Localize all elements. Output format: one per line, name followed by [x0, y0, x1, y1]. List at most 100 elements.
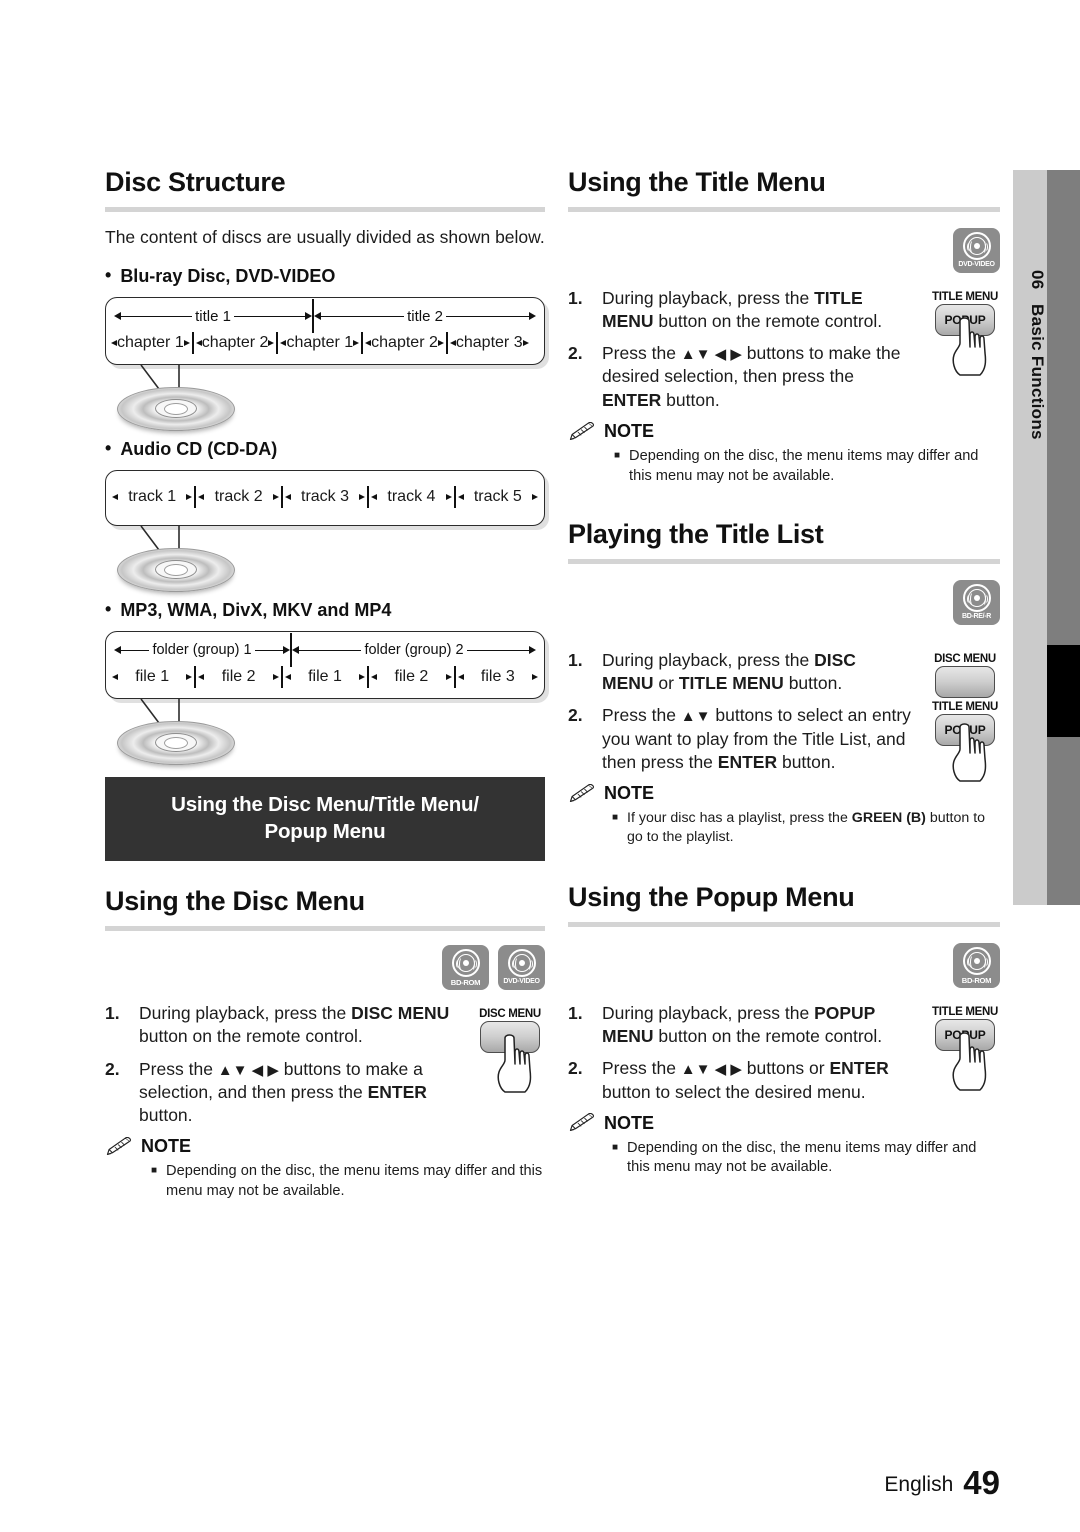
- note-header: NOTE: [568, 1113, 1000, 1134]
- step-text: During playback, press the DISC MENU or …: [602, 649, 856, 694]
- step-text: Press the ▲▼ ◀ ▶ buttons to make a selec…: [139, 1058, 427, 1126]
- chapter-tab-marker: [1047, 645, 1080, 737]
- note-item: ■ Depending on the disc, the menu items …: [614, 447, 1000, 486]
- remote-key-disc-menu[interactable]: DISC MENU: [469, 1008, 551, 1093]
- remote-key-label: TITLE MENU: [932, 1005, 998, 1018]
- track-label: track 1: [128, 488, 177, 506]
- note-header: NOTE: [568, 783, 1000, 804]
- diagram-bluray-structure: title 1 title 2 chapter 1 chapter 2 chap…: [105, 297, 545, 366]
- file-label: file 2: [221, 668, 256, 686]
- step-number: 2.: [105, 1058, 120, 1079]
- square-bullet-icon: ■: [612, 812, 619, 824]
- note-title-list: NOTE ■ If your disc has a playlist, pres…: [568, 783, 1000, 847]
- group-label-mp3: • MP3, WMA, DivX, MKV and MP4: [105, 599, 545, 621]
- note-header: NOTE: [568, 421, 1000, 442]
- note-item-text: Depending on the disc, the menu items ma…: [627, 1139, 977, 1176]
- folder-label: folder (group) 2: [364, 642, 464, 659]
- disc-illustration: [117, 717, 235, 767]
- square-bullet-icon: ■: [151, 1165, 158, 1177]
- note-list: ■ If your disc has a playlist, press the…: [568, 809, 1000, 847]
- media-badge-dvd-video: DVD-VIDEO: [953, 227, 1000, 273]
- title-label: title 1: [195, 307, 231, 325]
- pencil-icon: [569, 421, 595, 440]
- note-title-menu: NOTE ■ Depending on the disc, the menu i…: [568, 421, 1000, 486]
- note-label: NOTE: [604, 1112, 655, 1133]
- file-label: file 3: [480, 668, 515, 686]
- track-label: track 3: [301, 488, 350, 506]
- note-item: ■ Depending on the disc, the menu items …: [151, 1162, 545, 1201]
- chapter-label: chapter 2: [371, 334, 438, 352]
- note-disc-menu: NOTE ■ Depending on the disc, the menu i…: [105, 1136, 545, 1201]
- step-item: 2. Press the ▲▼ ◀ ▶ buttons to make the …: [568, 342, 912, 412]
- heading-rule: [568, 206, 1000, 212]
- disc-icon: [507, 949, 536, 978]
- step-number: 1.: [105, 1003, 120, 1024]
- track-label: track 4: [387, 488, 436, 506]
- step-text: Press the ▲▼ ◀ ▶ buttons or ENTER button…: [602, 1058, 889, 1102]
- arrow-head-right-icon: [529, 312, 537, 321]
- remote-key-popup-menu[interactable]: TITLE MENU POPUP: [924, 1005, 1006, 1091]
- step-text: During playback, press the POPUP MENU bu…: [602, 1002, 883, 1047]
- step-item: 1. During playback, press the DISC MENU …: [105, 1002, 453, 1049]
- step-item: 2. Press the ▲▼ ◀ ▶ buttons or ENTER but…: [568, 1057, 912, 1104]
- step-text: Press the ▲▼ ◀ ▶ buttons to make the des…: [602, 343, 901, 410]
- disc-icon: [962, 231, 991, 260]
- remote-key-button-disc-menu[interactable]: [935, 665, 995, 698]
- remote-key-title-menu[interactable]: TITLE MENU POPUP: [924, 291, 1006, 376]
- remote-key-group-title-list[interactable]: DISC MENU TITLE MENU POPUP: [924, 652, 1006, 782]
- media-badge-group: BD-RE/-R: [568, 579, 1000, 625]
- media-badge-bd-rom: BD-ROM: [442, 945, 489, 991]
- disc-structure-intro: The content of discs are usually divided…: [105, 226, 545, 247]
- note-label: NOTE: [141, 1136, 192, 1157]
- media-badge-group: DVD-VIDEO: [568, 227, 1000, 273]
- step-text: During playback, press the DISC MENU but…: [139, 1003, 450, 1047]
- badge-caption: DVD-VIDEO: [958, 260, 995, 268]
- square-bullet-icon: ■: [614, 450, 621, 462]
- note-label: NOTE: [604, 783, 655, 804]
- track-label: track 2: [214, 488, 263, 506]
- step-number: 1.: [568, 649, 583, 670]
- dpad-arrows-icon: ▲▼ ◀ ▶: [217, 1061, 279, 1079]
- arrow-head-right-icon: [305, 312, 313, 321]
- media-badge-bd-rom: BD-ROM: [953, 942, 1000, 988]
- disc-illustration: [117, 383, 235, 433]
- chapter-name: Basic Functions: [1028, 303, 1047, 440]
- title-label: title 2: [407, 307, 443, 325]
- note-popup-menu: NOTE ■ Depending on the disc, the menu i…: [568, 1113, 1000, 1178]
- chapter-label: chapter 3: [455, 334, 523, 352]
- remote-key-label: DISC MENU: [934, 652, 996, 665]
- remote-key-label: TITLE MENU: [932, 700, 998, 713]
- badge-caption: BD-RE/-R: [961, 612, 992, 620]
- media-badge-dvd-video: DVD-VIDEO: [498, 945, 545, 991]
- chapter-label: chapter 1: [117, 334, 184, 352]
- note-header: NOTE: [105, 1136, 545, 1157]
- track-label: track 5: [473, 488, 522, 506]
- step-number: 2.: [568, 1058, 583, 1079]
- group-label-bluray: • Blu-ray Disc, DVD-VIDEO: [105, 265, 545, 287]
- chapter-tab-text: 06 Basic Functions: [1013, 170, 1047, 530]
- note-item-text: If your disc has a playlist, press the G…: [627, 810, 986, 846]
- pressing-hand-icon: [952, 723, 987, 782]
- disc-icon: [962, 583, 991, 612]
- bullet-dot-icon: •: [105, 438, 112, 459]
- footer-page-number: 49: [963, 1464, 1000, 1501]
- heading-using-title-menu: Using the Title Menu: [568, 167, 826, 197]
- heading-rule: [568, 921, 1000, 927]
- step-item: 1. During playback, press the POPUP MENU…: [568, 1002, 912, 1049]
- banner-line-2: Popup Menu: [264, 820, 386, 844]
- step-item: 1. During playback, press the DISC MENU …: [568, 649, 912, 696]
- note-label: NOTE: [604, 421, 655, 442]
- footer-language: English: [884, 1473, 954, 1496]
- bullet-dot-icon: •: [105, 599, 112, 620]
- disc-icon: [962, 946, 991, 975]
- step-text: Press the ▲▼ buttons to select an entry …: [602, 705, 911, 772]
- pencil-icon: [106, 1136, 132, 1155]
- heading-using-popup-menu: Using the Popup Menu: [568, 882, 855, 913]
- dpad-arrows-icon: ▲▼ ◀ ▶: [680, 1061, 742, 1079]
- badge-caption: DVD-VIDEO: [503, 978, 540, 986]
- folder-label: folder (group) 1: [152, 642, 252, 659]
- diagram-audiocd-structure: track 1 track 2 track 3 track 4 track 5: [105, 470, 545, 527]
- note-list: ■ Depending on the disc, the menu items …: [568, 1139, 1000, 1178]
- note-list: ■ Depending on the disc, the menu items …: [105, 1162, 545, 1201]
- arrow-head-left-icon: [114, 312, 121, 321]
